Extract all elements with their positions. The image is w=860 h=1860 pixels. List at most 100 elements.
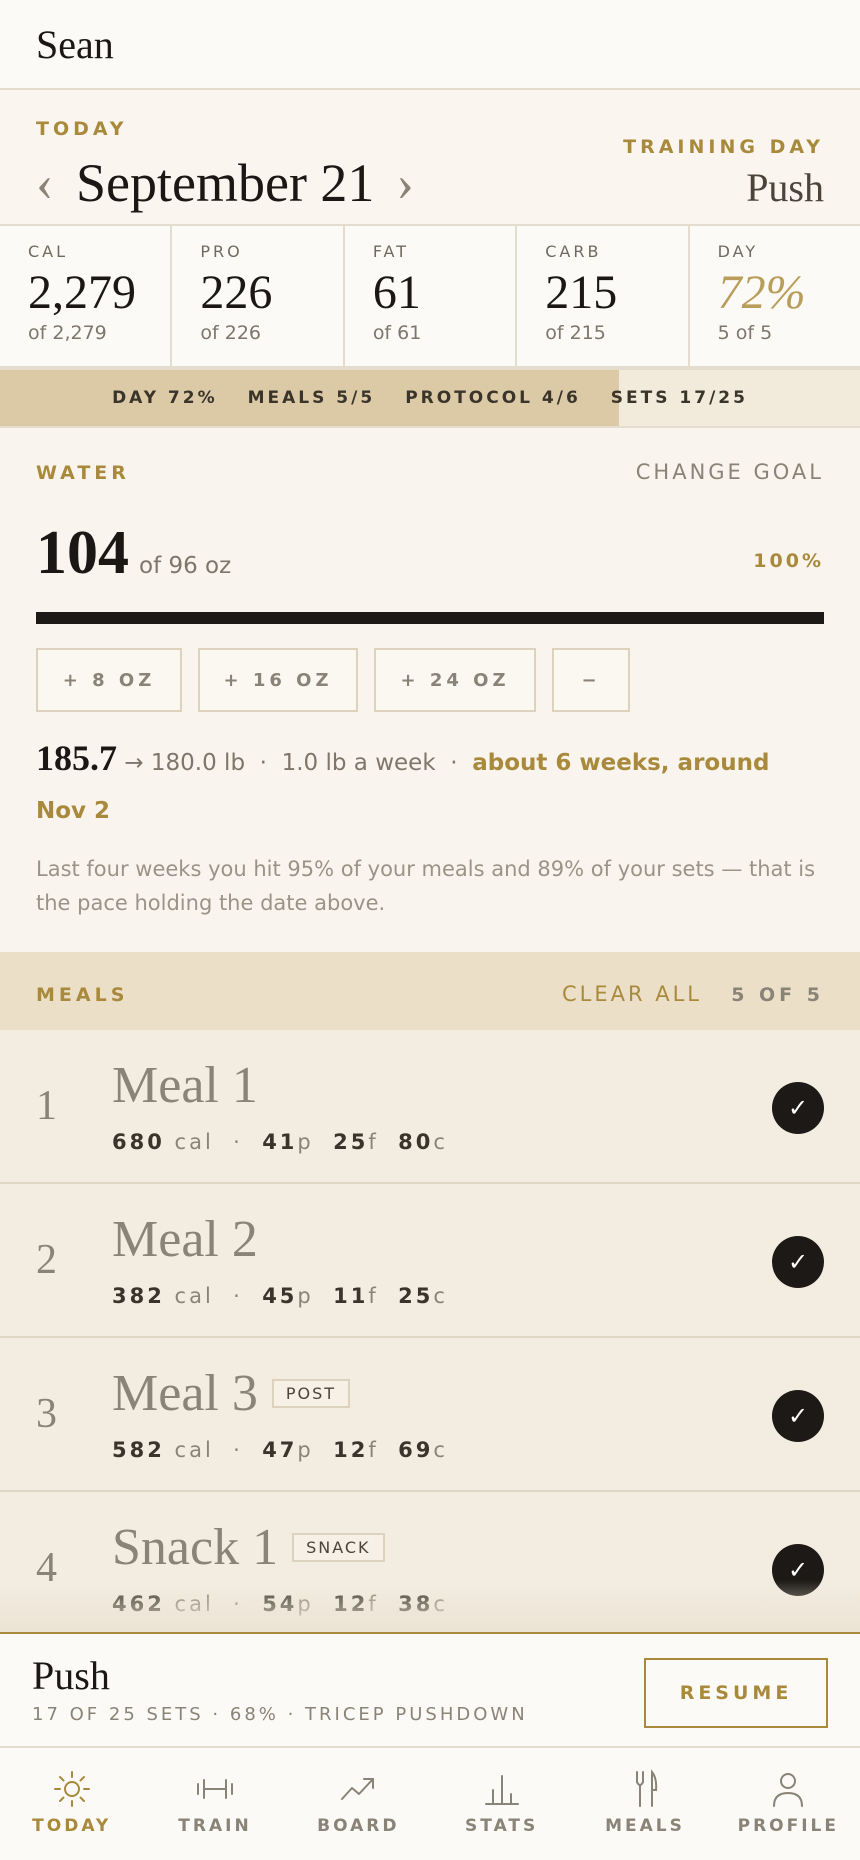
meal-carb: 69 [398, 1438, 434, 1462]
next-day-chevron-icon[interactable]: › [396, 154, 436, 213]
unit: p [297, 1438, 314, 1462]
tab-today[interactable]: TODAY [0, 1748, 143, 1860]
meal-macros: 462 cal · 54p 12f 38c [112, 1592, 448, 1616]
clear-all-button[interactable]: CLEAR ALL [562, 982, 702, 1006]
meal-row[interactable]: 1 Meal 1 680 cal · 41p 25f 80c ✓ [0, 1030, 860, 1184]
tab-label: BOARD [317, 1816, 400, 1836]
tab-label: TODAY [32, 1816, 112, 1836]
date-navigator: ‹ September 21 › [36, 152, 436, 214]
unit: f [368, 1438, 379, 1462]
meal-name: Meal 1 [112, 1057, 258, 1114]
water-goal: of 96 oz [139, 553, 232, 579]
current-date: September 21 [76, 153, 375, 213]
meal-macros: 680 cal · 41p 25f 80c [112, 1130, 448, 1154]
user-name: Sean [36, 21, 114, 67]
person-icon [773, 1773, 804, 1807]
top-bar: Sean [0, 0, 860, 90]
macro-fat: FAT 61 of 61 [345, 226, 518, 366]
tab-board[interactable]: BOARD [287, 1748, 430, 1860]
add-24oz-button[interactable]: + 24 OZ [374, 648, 536, 712]
water-progress-fill [36, 612, 824, 624]
separator: · [233, 1284, 243, 1308]
meal-number: 3 [36, 1391, 57, 1437]
macro-cal: CAL 2,279 of 2,279 [0, 226, 173, 366]
meal-carb: 25 [398, 1284, 434, 1308]
meals-list: 1 Meal 1 680 cal · 41p 25f 80c ✓ 2 Meal … [0, 1030, 860, 1646]
workout-resume-bar: Push 17 OF 25 SETS · 68% · TRICEP PUSHDO… [0, 1632, 860, 1748]
macro-label: CAL [28, 242, 69, 261]
meal-check-icon[interactable]: ✓ [772, 1082, 824, 1134]
workout-title: Push [32, 1653, 110, 1698]
separator: · [233, 1438, 243, 1462]
weight-projection: 185.7 → 180.0 lb · 1.0 lb a week · about… [36, 734, 824, 835]
unit: cal [174, 1438, 214, 1462]
meal-name: Meal 3 [112, 1365, 258, 1422]
today-label: TODAY [36, 118, 128, 140]
macro-value: 226 [200, 266, 273, 319]
unit: cal [174, 1130, 214, 1154]
macro-value: 2,279 [28, 266, 136, 319]
meal-macros: 382 cal · 45p 11f 25c [112, 1284, 448, 1308]
meal-check-icon[interactable]: ✓ [772, 1544, 824, 1596]
meal-check-icon[interactable]: ✓ [772, 1390, 824, 1442]
meal-cal: 462 [112, 1592, 165, 1616]
separator: · [450, 750, 458, 776]
add-8oz-button[interactable]: + 8 OZ [36, 648, 182, 712]
tab-label: PROFILE [737, 1816, 839, 1836]
training-day-label: TRAINING DAY [623, 136, 824, 158]
bar-chart-icon [484, 1775, 519, 1805]
meals-label: MEALS [36, 984, 129, 1006]
unit: f [368, 1130, 379, 1154]
meal-number: 4 [36, 1545, 57, 1591]
unit: f [368, 1592, 379, 1616]
unit: cal [174, 1592, 214, 1616]
training-day: TRAINING DAY Push [623, 136, 824, 211]
unit: c [433, 1284, 448, 1308]
meal-protein: 54 [262, 1592, 298, 1616]
macro-label: PRO [200, 242, 243, 261]
meal-protein: 41 [262, 1130, 298, 1154]
tab-meals[interactable]: MEALS [573, 1748, 716, 1860]
meal-check-icon[interactable]: ✓ [772, 1236, 824, 1288]
separator: · [233, 1130, 243, 1154]
meal-carb: 80 [398, 1130, 434, 1154]
workout-progress: 17 OF 25 SETS · 68% · TRICEP PUSHDOWN [32, 1704, 528, 1725]
target-weight: → 180.0 lb [124, 750, 246, 776]
meal-protein: 47 [262, 1438, 298, 1462]
unit: c [433, 1438, 448, 1462]
water-percent: 100% [753, 550, 824, 572]
resume-button[interactable]: RESUME [644, 1658, 828, 1728]
meal-row[interactable]: 3 Meal 3 POST 582 cal · 47p 12f 69c ✓ [0, 1338, 860, 1492]
meal-fat: 25 [333, 1130, 369, 1154]
tab-profile[interactable]: PROFILE [717, 1748, 860, 1860]
meal-row[interactable]: 4 Snack 1 SNACK 462 cal · 54p 12f 38c ✓ [0, 1492, 860, 1646]
macro-label: CARB [545, 242, 602, 261]
tab-stats[interactable]: STATS [430, 1748, 573, 1860]
meal-tag: POST [271, 1379, 351, 1408]
unit: c [433, 1130, 448, 1154]
tab-train[interactable]: TRAIN [143, 1748, 286, 1860]
water-label: WATER [36, 462, 130, 484]
separator: · [259, 750, 267, 776]
current-weight: 185.7 [36, 738, 117, 778]
dumbbell-icon [196, 1779, 233, 1799]
macro-target: of 226 [200, 322, 262, 344]
meal-carb: 38 [398, 1592, 434, 1616]
progress-meals: MEALS 5/5 [247, 388, 376, 408]
change-goal-button[interactable]: CHANGE GOAL [636, 460, 824, 484]
macro-value: 61 [372, 266, 421, 319]
unit: p [297, 1130, 314, 1154]
meal-fat: 12 [333, 1438, 369, 1462]
pace-note: Last four weeks you hit 95% of your meal… [36, 857, 816, 915]
meal-name: Meal 2 [112, 1211, 258, 1268]
unit: f [368, 1284, 379, 1308]
date-header: TODAY ‹ September 21 › TRAINING DAY Push [0, 90, 860, 226]
meal-row[interactable]: 2 Meal 2 382 cal · 45p 11f 25c ✓ [0, 1184, 860, 1338]
macro-target: 5 of 5 [717, 322, 773, 344]
prev-day-chevron-icon[interactable]: ‹ [36, 154, 76, 213]
remove-water-button[interactable]: − [552, 648, 630, 712]
progress-protocol: PROTOCOL 4/6 [405, 388, 581, 408]
meal-tag: SNACK [292, 1533, 385, 1562]
add-16oz-button[interactable]: + 16 OZ [198, 648, 358, 712]
meal-cal: 582 [112, 1438, 165, 1462]
